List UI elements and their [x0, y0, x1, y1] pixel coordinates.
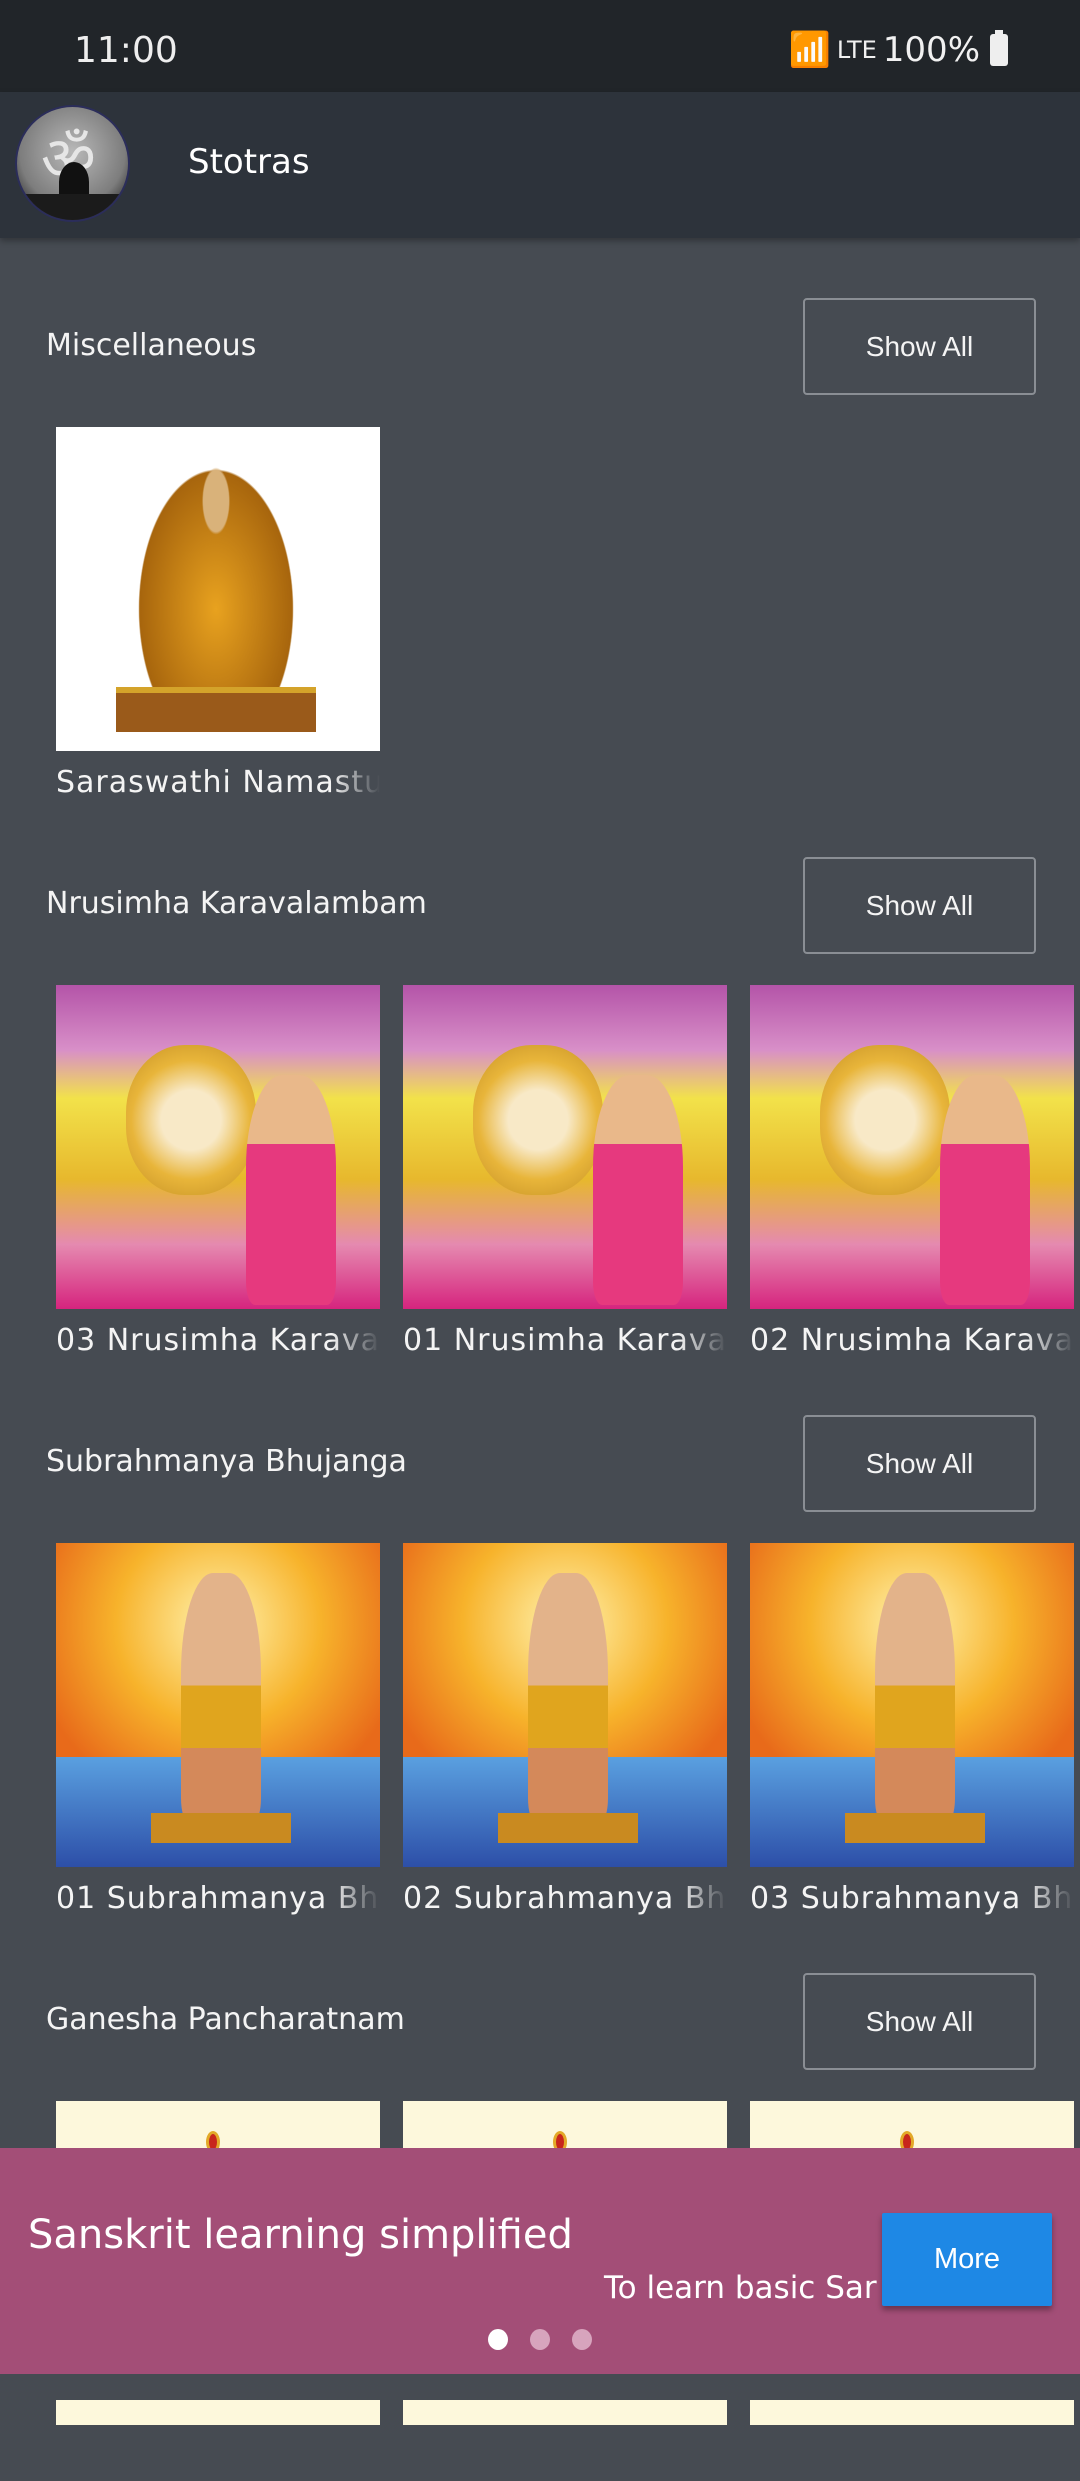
show-all-miscellaneous-button[interactable]: Show All [803, 298, 1036, 395]
show-all-subrahmanya-button[interactable]: Show All [803, 1415, 1036, 1512]
page-indicator-dot-active[interactable] [488, 2329, 508, 2350]
page-indicator-dot[interactable] [530, 2329, 550, 2350]
subrahmanya-image [750, 1543, 1074, 1867]
card-label: 02 Nrusimha Karavalambam [750, 1323, 1074, 1358]
section-title-ganesha: Ganesha Pancharatnam [46, 2002, 405, 2037]
app-logo[interactable]: ॐ [15, 105, 130, 222]
subrahmanya-image [403, 1543, 727, 1867]
stotra-card[interactable]: 02 Subrahmanya Bhujanga [403, 1543, 727, 1916]
stotra-card[interactable]: 02 Nrusimha Karavalambam [750, 985, 1074, 1358]
card-label: 03 Nrusimha Karavalambam [56, 1323, 380, 1358]
page-title: Stotras [188, 142, 310, 182]
nrusimha-image [750, 985, 1074, 1309]
section-title-subrahmanya: Subrahmanya Bhujanga [46, 1444, 407, 1479]
card-label: 03 Subrahmanya Bhujanga [750, 1881, 1074, 1916]
battery-icon [990, 30, 1008, 66]
card-label: 02 Subrahmanya Bhujanga [403, 1881, 727, 1916]
nrusimha-image [403, 985, 727, 1309]
stotra-card[interactable]: 03 Subrahmanya Bhujanga [750, 1543, 1074, 1916]
stotra-card[interactable]: 01 Subrahmanya Bhujanga [56, 1543, 380, 1916]
card-label: Saraswathi Namastu [56, 765, 380, 800]
stotra-card[interactable]: 03 Nrusimha Karavalambam [56, 985, 380, 1358]
card-label: 01 Subrahmanya Bhujanga [56, 1881, 380, 1916]
network-type: LTE [836, 36, 877, 64]
show-all-nrusimha-button[interactable]: Show All [803, 857, 1036, 954]
section-title-miscellaneous: Miscellaneous [46, 328, 257, 363]
battery-level: 100% [882, 30, 980, 70]
wifi-icon: 📶 [788, 30, 831, 70]
banner-subtitle: To learn basic Sar [604, 2270, 877, 2306]
app-bar: ॐ Stotras [0, 92, 1080, 238]
saraswathi-image [56, 427, 380, 751]
subrahmanya-image [56, 1543, 380, 1867]
stotra-card[interactable]: 01 Nrusimha Karavalambam [403, 985, 727, 1358]
card-label: 01 Nrusimha Karavalambam [403, 1323, 727, 1358]
nrusimha-row: 03 Nrusimha Karavalambam 01 Nrusimha Kar… [56, 985, 1080, 1365]
bottom-bar [0, 2374, 1080, 2400]
status-time: 11:00 [74, 30, 178, 71]
miscellaneous-row: Saraswathi Namastu [56, 427, 1080, 807]
page-indicator-dot[interactable] [572, 2329, 592, 2350]
promo-banner[interactable]: Sanskrit learning simplified To learn ba… [0, 2148, 1080, 2374]
show-all-ganesha-button[interactable]: Show All [803, 1973, 1036, 2070]
status-bar: 11:00 📶 LTE 100% [0, 0, 1080, 92]
banner-title: Sanskrit learning simplified [28, 2212, 573, 2258]
section-title-nrusimha: Nrusimha Karavalambam [46, 886, 427, 921]
more-button[interactable]: More [882, 2213, 1052, 2306]
stotra-card[interactable]: Saraswathi Namastu [56, 427, 380, 800]
subrahmanya-row: 01 Subrahmanya Bhujanga 02 Subrahmanya B… [56, 1543, 1080, 1923]
nrusimha-image [56, 985, 380, 1309]
